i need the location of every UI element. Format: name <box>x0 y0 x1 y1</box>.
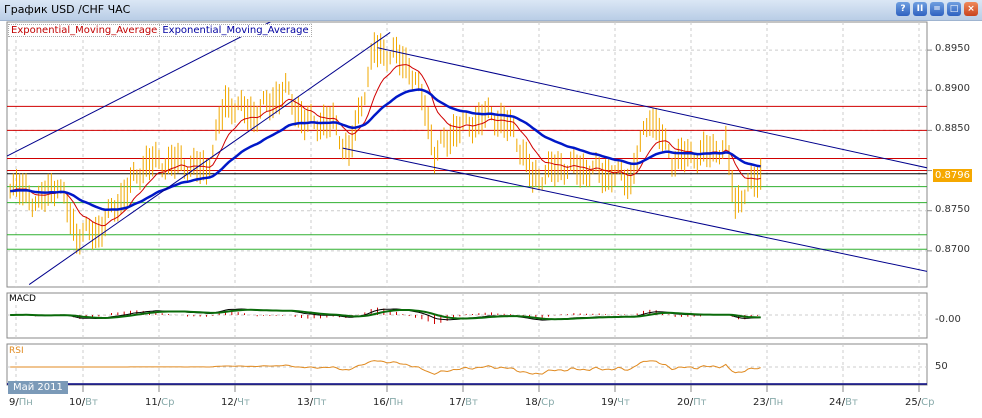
x-tick-label: 10/Вт <box>69 397 98 408</box>
x-tick-dow: Ср <box>921 397 935 408</box>
x-tick-day: 11 <box>145 397 158 408</box>
x-tick-label: 17/Вт <box>449 397 478 408</box>
x-tick-dow: Вт <box>465 397 478 408</box>
rsi-label: RSI <box>9 346 24 356</box>
x-tick-label: 12/Чт <box>221 397 250 408</box>
month-label: Май 2011 <box>8 381 68 394</box>
x-tick-label: 24/Вт <box>829 397 858 408</box>
macd-tick: -0.00 <box>935 314 961 325</box>
y-tick-label: 0.8900 <box>935 83 970 95</box>
x-tick-day: 18 <box>525 397 538 408</box>
x-tick-day: 24 <box>829 397 842 408</box>
x-tick-dow: Пн <box>389 397 404 408</box>
x-tick-dow: Пт <box>693 397 707 408</box>
x-tick-day: 19 <box>601 397 614 408</box>
panel-0 <box>6 21 928 288</box>
y-tick-label: 0.8750 <box>935 203 970 215</box>
x-tick-dow: Пн <box>18 397 33 408</box>
x-tick-day: 20 <box>677 397 690 408</box>
current-price-badge: 0.8796 <box>933 169 972 182</box>
x-tick-day: 10 <box>69 397 82 408</box>
x-tick-day: 16 <box>373 397 386 408</box>
x-tick-label: 11/Ср <box>145 397 175 408</box>
x-tick-label: 16/Пн <box>373 397 404 408</box>
legend-ema-fast: Exponential_Moving_Average <box>11 25 158 36</box>
x-tick-day: 17 <box>449 397 462 408</box>
x-tick-dow: Ср <box>161 397 175 408</box>
x-tick-label: 23/Пн <box>753 397 784 408</box>
y-tick-label: 0.8950 <box>935 43 970 55</box>
x-tick-dow: Пт <box>313 397 327 408</box>
y-tick-label: 0.8850 <box>935 123 970 135</box>
x-tick-dow: Вт <box>85 397 98 408</box>
price-chart[interactable] <box>0 0 982 418</box>
x-tick-day: 13 <box>297 397 310 408</box>
x-tick-label: 18/Ср <box>525 397 555 408</box>
x-tick-label: 9/Пн <box>9 397 33 408</box>
x-tick-day: 25 <box>905 397 918 408</box>
panel-2 <box>6 343 928 386</box>
x-tick-dow: Пн <box>769 397 784 408</box>
macd-label: MACD <box>9 294 36 304</box>
x-tick-dow: Ср <box>541 397 555 408</box>
x-tick-dow: Вт <box>845 397 858 408</box>
rsi-tick: 50 <box>935 361 948 372</box>
x-tick-dow: Чт <box>237 397 250 408</box>
x-tick-day: 23 <box>753 397 766 408</box>
y-tick-label: 0.8700 <box>935 243 970 255</box>
legend-ema-slow: Exponential_Moving_Average <box>159 25 311 36</box>
x-tick-dow: Чт <box>617 397 630 408</box>
legend: Exponential_Moving_Average Exponential_Mo… <box>8 24 312 37</box>
x-tick-label: 25/Ср <box>905 397 935 408</box>
x-tick-label: 19/Чт <box>601 397 630 408</box>
x-tick-label: 13/Пт <box>297 397 327 408</box>
x-tick-label: 20/Пт <box>677 397 707 408</box>
x-tick-day: 9 <box>9 397 16 408</box>
x-tick-day: 12 <box>221 397 234 408</box>
